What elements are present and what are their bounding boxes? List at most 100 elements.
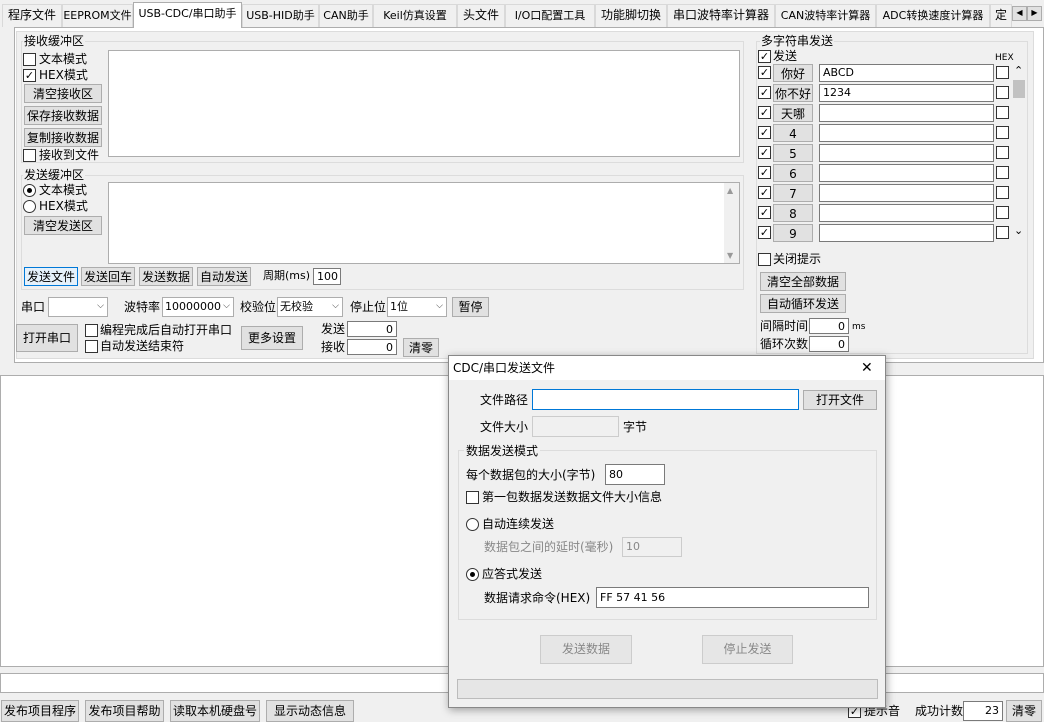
multi-send-row-input[interactable]	[819, 224, 994, 242]
tab-pin-switch[interactable]: 功能脚切换	[595, 4, 667, 27]
multi-scrollbar[interactable]: ⌃ ⌄	[1012, 64, 1026, 242]
multi-send-row-hex-checkbox[interactable]	[996, 86, 1009, 99]
send-cr-button[interactable]: 发送回车	[81, 267, 135, 286]
send-data-button[interactable]: 发送数据	[139, 267, 193, 286]
open-port-button[interactable]: 打开串口	[16, 324, 78, 352]
auto-end-checkbox[interactable]	[85, 340, 98, 353]
multi-send-row-input[interactable]	[819, 204, 994, 222]
tab-overflow[interactable]: 定	[990, 4, 1012, 27]
baud-select[interactable]: 10000000 ⌵	[162, 297, 234, 317]
multi-send-row-button[interactable]: 天哪	[773, 104, 813, 122]
close-icon[interactable]: ✕	[861, 360, 873, 376]
close-hint-checkbox[interactable]	[758, 253, 771, 266]
multi-send-row-checkbox[interactable]: ✓	[758, 66, 771, 79]
more-settings-button[interactable]: 更多设置	[241, 326, 303, 350]
multi-send-row-checkbox[interactable]: ✓	[758, 186, 771, 199]
multi-send-row-hex-checkbox[interactable]	[996, 206, 1009, 219]
multi-send-row-button[interactable]: 你不好	[773, 84, 813, 102]
scroll-up-icon[interactable]: ▲	[727, 186, 733, 195]
auto-continuous-radio[interactable]	[466, 518, 479, 531]
file-path-input[interactable]	[532, 389, 799, 410]
tab-scroll-right-button[interactable]: ▶	[1027, 6, 1042, 21]
multi-send-row-input[interactable]: 1234	[819, 84, 994, 102]
tab-header-file[interactable]: 头文件	[457, 4, 505, 27]
loop-count-input[interactable]: 0	[809, 336, 849, 352]
clear-receive-button[interactable]: 清空接收区	[24, 84, 102, 103]
read-hd-serial-button[interactable]: 读取本机硬盘号	[170, 700, 260, 722]
period-input[interactable]: 100	[313, 268, 341, 285]
recv-hex-mode-checkbox[interactable]: ✓	[23, 69, 36, 82]
recv-text-mode-checkbox[interactable]	[23, 53, 36, 66]
tab-usb-hid[interactable]: USB-HID助手	[242, 4, 319, 27]
multi-send-row-input[interactable]	[819, 164, 994, 182]
multi-send-row-checkbox[interactable]: ✓	[758, 166, 771, 179]
receive-to-file-checkbox[interactable]	[23, 149, 36, 162]
multi-send-row-hex-checkbox[interactable]	[996, 126, 1009, 139]
send-scrollbar[interactable]: ▲ ▼	[724, 183, 739, 263]
tab-can-baud-calc[interactable]: CAN波特率计算器	[775, 4, 876, 27]
multi-send-row-hex-checkbox[interactable]	[996, 66, 1009, 79]
save-receive-button[interactable]: 保存接收数据	[24, 106, 102, 125]
publish-program-button[interactable]: 发布项目程序	[1, 700, 79, 722]
scroll-down-icon[interactable]: ▼	[727, 251, 733, 260]
packet-size-input[interactable]: 80	[605, 464, 665, 485]
multi-send-row-hex-checkbox[interactable]	[996, 146, 1009, 159]
first-packet-checkbox[interactable]	[466, 491, 479, 504]
multi-send-row-button[interactable]: 6	[773, 164, 813, 182]
port-select[interactable]: ⌵	[48, 297, 108, 317]
parity-select[interactable]: 无校验 ⌵	[277, 297, 343, 317]
multi-send-row-input[interactable]	[819, 104, 994, 122]
stop-bits-select[interactable]: 1位 ⌵	[387, 297, 447, 317]
tab-usb-cdc-serial[interactable]: USB-CDC/串口助手	[133, 2, 242, 28]
multi-scroll-thumb[interactable]	[1013, 80, 1025, 98]
auto-send-button[interactable]: 自动发送	[197, 267, 251, 286]
tab-io-config[interactable]: I/O口配置工具	[505, 4, 595, 27]
publish-help-button[interactable]: 发布项目帮助	[85, 700, 164, 722]
pause-button[interactable]: 暂停	[452, 297, 489, 317]
tab-eeprom-file[interactable]: EEPROM文件	[62, 4, 133, 27]
multi-send-row-checkbox[interactable]: ✓	[758, 226, 771, 239]
multi-send-row-input[interactable]	[819, 144, 994, 162]
multi-send-row-button[interactable]: 7	[773, 184, 813, 202]
receive-textarea[interactable]	[108, 50, 740, 157]
tab-adc-speed-calc[interactable]: ADC转换速度计算器	[876, 4, 990, 27]
auto-loop-send-button[interactable]: 自动循环发送	[760, 294, 846, 313]
multi-send-row-button[interactable]: 9	[773, 224, 813, 242]
success-clear-button[interactable]: 清零	[1006, 700, 1042, 722]
multi-send-row-button[interactable]: 5	[773, 144, 813, 162]
multi-send-row-checkbox[interactable]: ✓	[758, 146, 771, 159]
clear-send-button[interactable]: 清空发送区	[24, 216, 102, 235]
tab-program-file[interactable]: 程序文件	[2, 4, 62, 27]
packet-delay-input[interactable]: 10	[622, 537, 682, 557]
tab-scroll-left-button[interactable]: ◀	[1012, 6, 1027, 21]
chevron-up-icon[interactable]: ⌃	[1014, 64, 1023, 77]
show-dynamic-info-button[interactable]: 显示动态信息	[266, 700, 354, 722]
tab-uart-baud-calc[interactable]: 串口波特率计算器	[667, 4, 775, 27]
multi-send-row-hex-checkbox[interactable]	[996, 226, 1009, 239]
multi-send-row-input[interactable]: ABCD	[819, 64, 994, 82]
open-file-button[interactable]: 打开文件	[803, 390, 877, 410]
multi-send-row-button[interactable]: 8	[773, 204, 813, 222]
multi-send-row-checkbox[interactable]: ✓	[758, 126, 771, 139]
multi-send-all-checkbox[interactable]: ✓	[758, 50, 771, 63]
multi-send-row-checkbox[interactable]: ✓	[758, 106, 771, 119]
multi-send-row-checkbox[interactable]: ✓	[758, 86, 771, 99]
clear-all-data-button[interactable]: 清空全部数据	[760, 272, 846, 291]
multi-send-row-button[interactable]: 你好	[773, 64, 813, 82]
multi-send-row-checkbox[interactable]: ✓	[758, 206, 771, 219]
multi-send-row-hex-checkbox[interactable]	[996, 166, 1009, 179]
dialog-stop-send-button[interactable]: 停止发送	[702, 635, 793, 664]
send-textarea[interactable]: ▲ ▼	[108, 182, 740, 264]
auto-open-checkbox[interactable]	[85, 324, 98, 337]
multi-send-row-input[interactable]	[819, 184, 994, 202]
dialog-send-data-button[interactable]: 发送数据	[540, 635, 632, 664]
tab-keil-sim[interactable]: Keil仿真设置	[373, 4, 457, 27]
multi-send-row-input[interactable]	[819, 124, 994, 142]
send-file-button[interactable]: 发送文件	[24, 267, 78, 286]
ack-send-radio[interactable]	[466, 568, 479, 581]
interval-input[interactable]: 0	[809, 318, 849, 334]
multi-send-row-button[interactable]: 4	[773, 124, 813, 142]
tab-can[interactable]: CAN助手	[319, 4, 373, 27]
clear-counts-button[interactable]: 清零	[403, 338, 439, 357]
multi-send-row-hex-checkbox[interactable]	[996, 186, 1009, 199]
